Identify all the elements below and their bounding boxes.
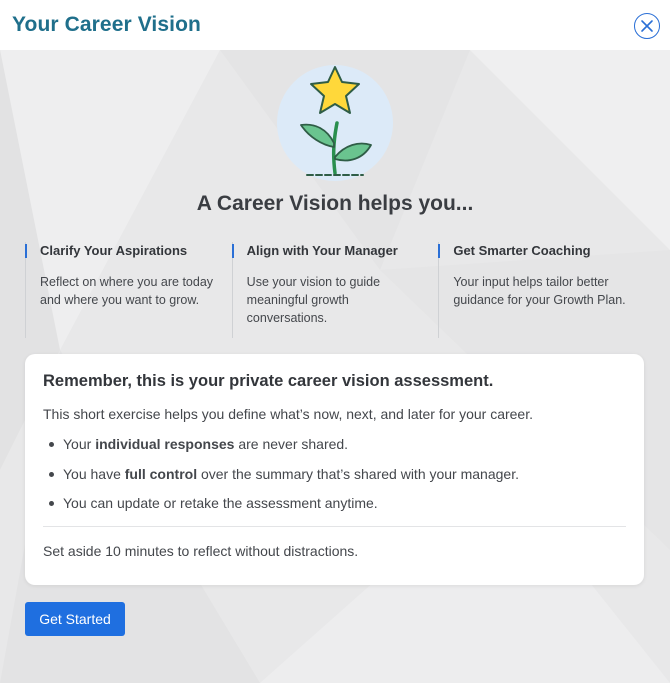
dialog-header: Your Career Vision bbox=[0, 0, 670, 50]
card-divider bbox=[43, 525, 626, 527]
bullet-item: Your individual responses are never shar… bbox=[43, 436, 626, 466]
benefit-item: Align with Your Manager Use your vision … bbox=[231, 242, 439, 338]
close-button[interactable] bbox=[634, 13, 660, 39]
dialog-body: A Career Vision helps you... Clarify You… bbox=[0, 50, 670, 683]
get-started-button[interactable]: Get Started bbox=[25, 602, 125, 636]
benefits-list: Clarify Your Aspirations Reflect on wher… bbox=[25, 242, 645, 338]
card-heading: Remember, this is your private career vi… bbox=[43, 372, 494, 390]
benefit-accent-bar bbox=[231, 244, 234, 258]
benefit-title: Get Smarter Coaching bbox=[453, 243, 591, 258]
bullet-text: are never shared. bbox=[234, 436, 349, 452]
benefit-title: Clarify Your Aspirations bbox=[40, 243, 188, 258]
benefit-item: Get Smarter Coaching Your input helps ta… bbox=[438, 242, 645, 338]
hero-headline: A Career Vision helps you... bbox=[196, 192, 474, 215]
benefit-text: Your input helps tailor better guidance … bbox=[453, 275, 626, 307]
bullet-text: over the summary that’s shared with your… bbox=[197, 465, 519, 482]
hero-illustration bbox=[277, 65, 393, 181]
privacy-bullets: Your individual responses are never shar… bbox=[43, 436, 626, 525]
benefit-item: Clarify Your Aspirations Reflect on wher… bbox=[25, 242, 232, 338]
bullet-text: Your bbox=[63, 436, 96, 452]
bullet-text: You have bbox=[63, 465, 125, 482]
benefit-accent-bar bbox=[25, 244, 27, 258]
bullet-item: You have full control over the summary t… bbox=[43, 466, 626, 496]
benefit-text: Reflect on where you are today and where… bbox=[40, 275, 214, 307]
dialog-title: Your Career Vision bbox=[12, 13, 201, 36]
bullet-bold: full control bbox=[124, 465, 198, 482]
benefit-text: Use your vision to guide meaningful grow… bbox=[246, 275, 381, 325]
bullet-text: You can update or retake the assessment … bbox=[63, 495, 378, 511]
bullet-item: You can update or retake the assessment … bbox=[43, 495, 626, 525]
benefit-title: Align with Your Manager bbox=[246, 243, 398, 258]
benefit-accent-bar bbox=[438, 244, 441, 258]
close-icon bbox=[641, 20, 653, 32]
card-footnote: Set aside 10 minutes to reflect without … bbox=[43, 542, 359, 559]
star-sprout-icon bbox=[300, 66, 372, 176]
bullet-bold: individual responses bbox=[95, 436, 235, 452]
card-intro: This short exercise helps you define wha… bbox=[43, 406, 533, 422]
privacy-card: Remember, this is your private career vi… bbox=[25, 354, 644, 585]
